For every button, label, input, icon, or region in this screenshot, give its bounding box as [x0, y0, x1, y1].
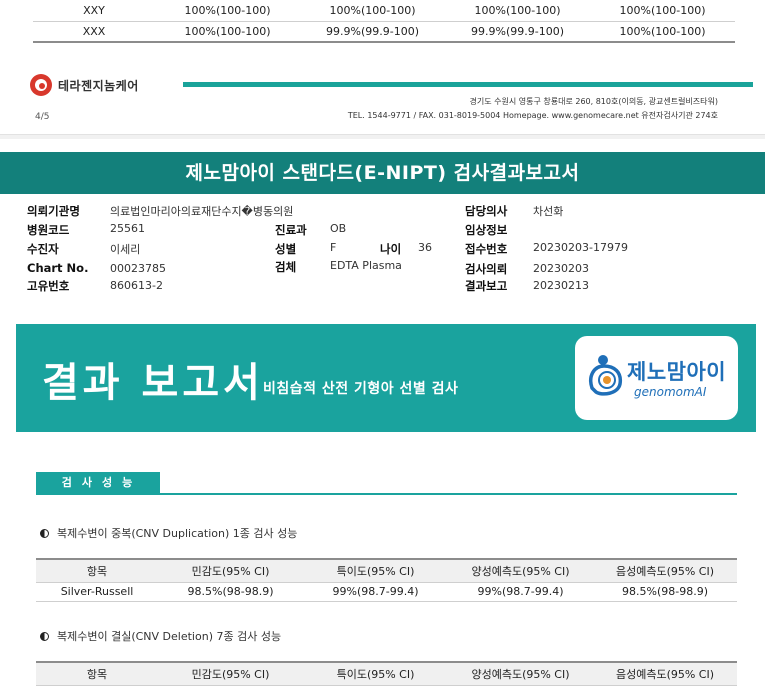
- age-label: 나이: [380, 242, 402, 256]
- table-row: XXY 100%(100-100) 100%(100-100) 100%(100…: [33, 0, 735, 22]
- dup-performance-table: 항목 민감도(95% CI) 특이도(95% CI) 양성예측도(95% CI)…: [36, 558, 737, 602]
- reception-value: 20230203-17979: [533, 241, 628, 254]
- clinical-label: 임상정보: [465, 223, 508, 237]
- page-number: 4/5: [35, 112, 50, 122]
- specimen-label: 검체: [275, 260, 297, 274]
- table-cell: 100%(100-100): [590, 21, 735, 43]
- table-cell: 100%(100-100): [155, 0, 300, 22]
- result-value: 20230213: [533, 279, 589, 292]
- age-value: 36: [418, 241, 432, 254]
- request-value: 20230203: [533, 262, 589, 275]
- patient-value: 이세리: [110, 243, 141, 256]
- unique-label: 고유번호: [27, 279, 70, 293]
- table-cell: 100%(100-100): [155, 21, 300, 43]
- footer-contact: TEL. 1544-9771 / FAX. 031-8019-5004 Home…: [347, 111, 718, 120]
- table-header-row: 항목 민감도(95% CI) 특이도(95% CI) 양성예측도(95% CI)…: [36, 558, 737, 583]
- doctor-label: 담당의사: [465, 204, 508, 218]
- section-tab-performance: 검사성능: [36, 472, 160, 494]
- specimen-value: EDTA Plasma: [330, 259, 402, 272]
- company-name: 테라젠지놈케어: [58, 79, 139, 93]
- doctor-value: 차선화: [533, 205, 564, 218]
- sex-label: 성별: [275, 242, 297, 256]
- column-header: 양성예측도(95% CI): [448, 558, 593, 583]
- banner-subtitle: 비침습적 산전 기형아 선별 검사: [263, 381, 459, 397]
- table-cell: 100%(100-100): [590, 0, 735, 22]
- result-label: 결과보고: [465, 279, 508, 293]
- patient-label: 수진자: [27, 242, 59, 256]
- prev-performance-table: XXY 100%(100-100) 100%(100-100) 100%(100…: [33, 0, 735, 43]
- column-header: 항목: [36, 558, 158, 583]
- table-cell: Silver-Russell: [36, 582, 158, 602]
- unique-value: 860613-2: [110, 279, 163, 292]
- table-cell: 99.9%(99.9-100): [445, 21, 590, 43]
- del-heading: 복제수변이 결실(CNV Deletion) 7종 검사 성능: [40, 628, 281, 644]
- report-title: 제노맘아이 스탠다드(E-NIPT) 검사결과보고서: [0, 152, 765, 194]
- table-cell: XXX: [33, 21, 155, 43]
- dept-value: OB: [330, 222, 347, 235]
- page-divider: [0, 134, 765, 139]
- brand-logo-english: genomomAI: [634, 385, 707, 399]
- table-cell: XXY: [33, 0, 155, 22]
- dup-heading: 복제수변이 중복(CNV Duplication) 1종 검사 성능: [40, 525, 297, 541]
- dept-label: 진료과: [275, 223, 307, 237]
- column-header: 특이도(95% CI): [303, 661, 448, 686]
- table-row: Silver-Russell 98.5%(98-98.9) 99%(98.7-9…: [36, 582, 737, 602]
- section-divider: [36, 493, 737, 495]
- column-header: 음성예측도(95% CI): [593, 661, 737, 686]
- table-cell: 99%(98.7-99.4): [303, 582, 448, 602]
- brand-logo-korean: 제노맘아이: [627, 360, 727, 384]
- table-header-row: 항목 민감도(95% CI) 특이도(95% CI) 양성예측도(95% CI)…: [36, 661, 737, 686]
- column-header: 민감도(95% CI): [158, 558, 303, 583]
- chart-value: 00023785: [110, 262, 166, 275]
- del-heading-text: 복제수변이 결실(CNV Deletion) 7종 검사 성능: [57, 630, 282, 643]
- column-header: 특이도(95% CI): [303, 558, 448, 583]
- table-cell: 99.9%(99.9-100): [300, 21, 445, 43]
- column-header: 민감도(95% CI): [158, 661, 303, 686]
- dup-heading-text: 복제수변이 중복(CNV Duplication) 1종 검사 성능: [57, 527, 298, 540]
- table-cell: 100%(100-100): [445, 0, 590, 22]
- req-institution-label: 의뢰기관명: [27, 204, 80, 218]
- column-header: 항목: [36, 661, 158, 686]
- banner-title: 결과 보고서: [42, 360, 264, 406]
- footer-address: 경기도 수원시 영통구 창룡대로 260, 810호(이의동, 광교센트럴비즈타…: [469, 97, 718, 106]
- half-circle-bullet-icon: [40, 529, 49, 538]
- column-header: 양성예측도(95% CI): [448, 661, 593, 686]
- genomom-mother-baby-icon: [589, 355, 623, 396]
- request-label: 검사의뢰: [465, 262, 508, 276]
- hospital-code-label: 병원코드: [27, 223, 70, 237]
- footer-accent-line: [183, 82, 753, 87]
- table-cell: 98.5%(98-98.9): [593, 582, 737, 602]
- table-row: XXX 100%(100-100) 99.9%(99.9-100) 99.9%(…: [33, 21, 735, 43]
- table-cell: 99%(98.7-99.4): [448, 582, 593, 602]
- chart-label: Chart No.: [27, 261, 89, 275]
- sex-value: F: [330, 241, 337, 254]
- column-header: 음성예측도(95% CI): [593, 558, 737, 583]
- reception-label: 접수번호: [465, 242, 508, 256]
- hospital-code-value: 25561: [110, 222, 145, 235]
- half-circle-bullet-icon: [40, 632, 49, 641]
- table-cell: 98.5%(98-98.9): [158, 582, 303, 602]
- table-cell: 100%(100-100): [300, 0, 445, 22]
- company-logo-icon: [30, 74, 52, 96]
- del-performance-table: 항목 민감도(95% CI) 특이도(95% CI) 양성예측도(95% CI)…: [36, 661, 737, 686]
- req-institution-value: 의료법인마리아의료재단수지�병동의원: [110, 205, 294, 218]
